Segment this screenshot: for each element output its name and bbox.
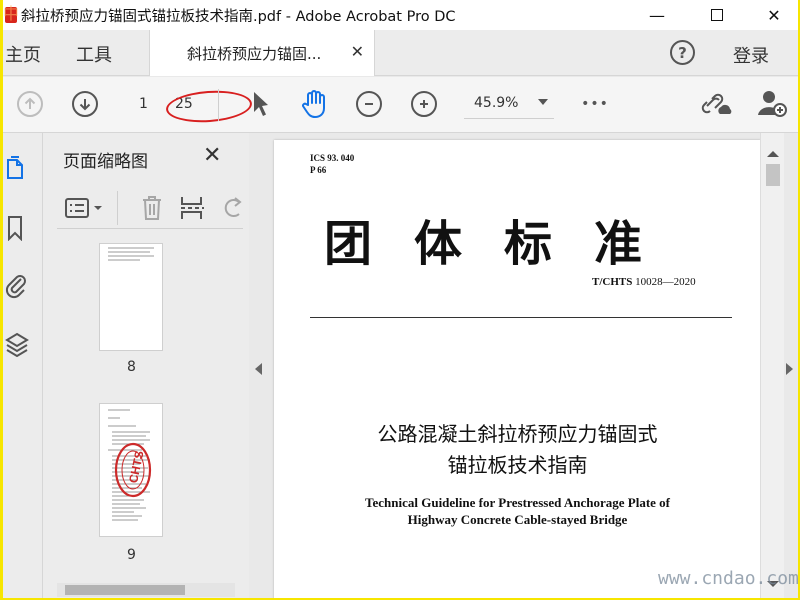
english-title-line1: Technical Guideline for Prestressed Anch…	[365, 495, 670, 510]
standard-number-value: 10028—2020	[632, 276, 696, 288]
expand-right-panel-icon[interactable]	[786, 363, 793, 375]
thumbnail-page-8[interactable]	[99, 243, 163, 351]
thumbnail-page-9[interactable]: CHTS	[99, 403, 163, 537]
help-glyph: ?	[678, 43, 687, 62]
delete-page-icon[interactable]	[139, 193, 165, 223]
minimize-icon: —	[649, 5, 665, 25]
next-page-icon[interactable]	[72, 91, 98, 117]
english-title-line2: Highway Concrete Cable-stayed Bridge	[407, 512, 628, 527]
chinese-title-line2: 锚拉板技术指南	[447, 453, 588, 477]
maximize-button[interactable]	[693, 0, 741, 30]
attachments-icon[interactable]	[3, 269, 29, 301]
thumbnail-tools	[57, 189, 243, 229]
chinese-title-line1: 公路混凝土斜拉桥预应力锚固式	[377, 422, 658, 446]
zoom-level-select[interactable]: 45.9%	[464, 89, 554, 119]
tab-bar: 主页 工具 斜拉桥预应力锚固... ✕ ? 登录	[3, 30, 798, 76]
acrobat-window: 斜拉桥预应力锚固式锚拉板技术指南.pdf - Adobe Acrobat Pro…	[3, 0, 798, 598]
extract-page-icon[interactable]	[179, 193, 205, 223]
document-page: ICS 93. 040 P 66 团体标准 T/CHTS 10028—2020 …	[274, 140, 761, 598]
window-title: 斜拉桥预应力锚固式锚拉板技术指南.pdf - Adobe Acrobat Pro…	[21, 8, 456, 25]
minimize-button[interactable]: —	[633, 0, 681, 30]
title-rule	[310, 317, 732, 318]
site-watermark: www.cndao.com	[658, 568, 798, 589]
close-panel-icon[interactable]: ✕	[203, 143, 221, 168]
standard-prefix: T/CHTS	[592, 276, 633, 288]
close-window-button[interactable]: ✕	[750, 0, 798, 30]
doc-scroll-up-icon[interactable]	[767, 151, 779, 157]
document-view: ICS 93. 040 P 66 团体标准 T/CHTS 10028—2020 …	[269, 133, 798, 598]
left-navigation-rail	[3, 133, 43, 598]
zoom-out-icon[interactable]	[356, 91, 382, 117]
main-title: 团体标准	[324, 216, 685, 272]
tab-home[interactable]: 主页	[5, 41, 41, 67]
login-button[interactable]: 登录	[733, 42, 769, 68]
share-link-icon[interactable]	[700, 87, 734, 119]
main-toolbar	[3, 77, 798, 133]
ics-code: ICS 93. 040	[310, 153, 355, 163]
page-thumbnails-panel: 页面缩略图 ✕ 8 CHTS 9	[43, 133, 249, 598]
h-scroll-thumb[interactable]	[65, 585, 185, 595]
hand-tool-icon[interactable]	[299, 88, 329, 120]
ics-code-block: ICS 93. 040 P 66	[310, 152, 354, 176]
bookmarks-icon[interactable]	[3, 213, 27, 243]
help-icon[interactable]: ?	[670, 40, 695, 65]
tools-divider	[117, 191, 118, 225]
thumbnail-label: 9	[127, 547, 136, 563]
tab-tools[interactable]: 工具	[76, 41, 112, 67]
close-icon: ✕	[767, 5, 781, 25]
thumbnail-list: 8 CHTS 9	[57, 243, 235, 583]
rotate-page-icon[interactable]	[221, 193, 243, 223]
zoom-value: 45.9%	[474, 95, 519, 111]
thumbnail-h-scrollbar[interactable]	[57, 583, 235, 597]
layers-icon[interactable]	[3, 329, 31, 359]
chevron-down-icon	[538, 99, 548, 105]
title-bar: 斜拉桥预应力锚固式锚拉板技术指南.pdf - Adobe Acrobat Pro…	[3, 0, 798, 30]
toolbar-divider	[218, 89, 219, 121]
thumbnail-label: 8	[127, 359, 136, 375]
maximize-icon	[711, 9, 723, 21]
more-icon[interactable]: •••	[579, 94, 611, 114]
doc-scroll-thumb[interactable]	[766, 164, 780, 186]
page-thumbnails-icon[interactable]	[3, 155, 29, 183]
active-rail-pointer	[35, 163, 42, 177]
standard-number: T/CHTS 10028—2020	[592, 276, 696, 288]
watermark-corner: 中	[3, 4, 20, 23]
prev-page-icon[interactable]	[17, 91, 43, 117]
p-code: P 66	[310, 165, 327, 175]
collapse-panel-icon[interactable]	[255, 363, 262, 375]
close-tab-icon[interactable]: ✕	[351, 42, 364, 61]
zoom-in-icon[interactable]	[411, 91, 437, 117]
document-scrollbar[interactable]	[760, 133, 784, 598]
thumbnail-options-button[interactable]	[63, 195, 107, 221]
panel-title: 页面缩略图	[63, 152, 148, 172]
page-number-input[interactable]: 1	[139, 96, 148, 112]
tab-document[interactable]: 斜拉桥预应力锚固... ✕	[149, 30, 375, 76]
document-tab-label: 斜拉桥预应力锚固...	[187, 44, 322, 63]
select-arrow-icon[interactable]	[247, 88, 273, 120]
add-user-icon[interactable]	[755, 87, 789, 119]
